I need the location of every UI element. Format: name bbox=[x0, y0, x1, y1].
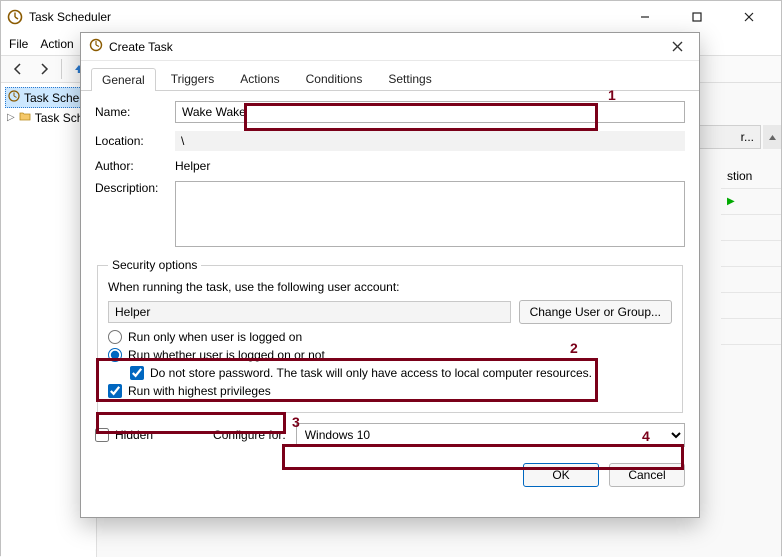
no-store-password-option[interactable]: Do not store password. The task will onl… bbox=[108, 366, 672, 380]
tree-root[interactable]: Task Scheduler bbox=[5, 87, 92, 108]
main-titlebar: Task Scheduler bbox=[1, 1, 781, 33]
menu-file[interactable]: File bbox=[9, 37, 28, 51]
dialog-tabs: General Triggers Actions Conditions Sett… bbox=[81, 61, 699, 91]
tree-child[interactable]: ▷ Task Scheduler Library bbox=[5, 108, 92, 127]
actions-row-2[interactable]: ▶ bbox=[721, 189, 781, 215]
tab-triggers[interactable]: Triggers bbox=[160, 67, 226, 90]
run-whether-radio[interactable] bbox=[108, 348, 122, 362]
ok-button[interactable]: OK bbox=[523, 463, 599, 487]
highest-privileges-label: Run with highest privileges bbox=[128, 384, 271, 398]
expand-icon[interactable]: ▷ bbox=[7, 112, 15, 123]
name-input[interactable] bbox=[175, 101, 685, 123]
author-label: Author: bbox=[95, 159, 175, 173]
run-logged-on-radio[interactable] bbox=[108, 330, 122, 344]
hidden-checkbox[interactable] bbox=[95, 428, 109, 442]
security-options-group: Security options When running the task, … bbox=[97, 258, 683, 413]
user-account-value: Helper bbox=[108, 301, 511, 323]
minimize-button[interactable] bbox=[627, 3, 663, 31]
run-whether-label: Run whether user is logged on or not bbox=[128, 348, 325, 362]
location-label: Location: bbox=[95, 134, 175, 148]
when-running-label: When running the task, use the following… bbox=[108, 280, 672, 294]
forward-button[interactable] bbox=[33, 58, 55, 80]
dialog-app-icon bbox=[89, 38, 103, 55]
folder-icon bbox=[19, 110, 31, 125]
cancel-button[interactable]: Cancel bbox=[609, 463, 685, 487]
dialog-body: Name: Location: \ Author: Helper Descrip… bbox=[81, 91, 699, 455]
close-button[interactable] bbox=[731, 3, 767, 31]
change-user-button[interactable]: Change User or Group... bbox=[519, 300, 672, 324]
highest-privileges-option[interactable]: Run with highest privileges bbox=[108, 384, 672, 398]
actions-strip: stion ▶ bbox=[721, 163, 781, 345]
tab-actions[interactable]: Actions bbox=[229, 67, 290, 90]
run-whether-option[interactable]: Run whether user is logged on or not bbox=[108, 348, 672, 362]
description-input[interactable] bbox=[175, 181, 685, 247]
clock-icon bbox=[8, 90, 20, 105]
maximize-button[interactable] bbox=[679, 3, 715, 31]
create-task-dialog: Create Task General Triggers Actions Con… bbox=[80, 32, 700, 518]
description-label: Description: bbox=[95, 181, 175, 195]
name-label: Name: bbox=[95, 105, 175, 119]
no-store-password-checkbox[interactable] bbox=[130, 366, 144, 380]
actions-row-1[interactable]: stion bbox=[721, 163, 781, 189]
actions-row-5[interactable] bbox=[721, 267, 781, 293]
right-header-text: r... bbox=[741, 130, 754, 144]
actions-row-7[interactable] bbox=[721, 319, 781, 345]
run-logged-on-option[interactable]: Run only when user is logged on bbox=[108, 330, 672, 344]
actions-row-6[interactable] bbox=[721, 293, 781, 319]
actions-row-4[interactable] bbox=[721, 241, 781, 267]
dialog-close-button[interactable] bbox=[663, 36, 691, 58]
security-legend: Security options bbox=[108, 258, 201, 272]
tab-conditions[interactable]: Conditions bbox=[295, 67, 374, 90]
app-title: Task Scheduler bbox=[29, 10, 111, 24]
configure-for-select[interactable]: Windows 10 bbox=[296, 423, 685, 447]
hidden-label: Hidden bbox=[115, 428, 153, 442]
menu-action[interactable]: Action bbox=[40, 37, 73, 51]
no-store-password-label: Do not store password. The task will onl… bbox=[150, 366, 592, 380]
author-value: Helper bbox=[175, 159, 210, 173]
actions-row-3[interactable] bbox=[721, 215, 781, 241]
dialog-buttons: OK Cancel bbox=[81, 455, 699, 487]
scroll-up-button[interactable] bbox=[763, 125, 781, 149]
dialog-titlebar[interactable]: Create Task bbox=[81, 33, 699, 61]
location-value: \ bbox=[175, 131, 685, 151]
back-button[interactable] bbox=[7, 58, 29, 80]
configure-for-label: Configure for: bbox=[213, 428, 286, 442]
tab-general[interactable]: General bbox=[91, 68, 156, 91]
hidden-option[interactable]: Hidden bbox=[95, 428, 153, 442]
dialog-title: Create Task bbox=[109, 40, 173, 54]
window-controls bbox=[627, 3, 775, 31]
app-icon bbox=[7, 9, 23, 25]
highest-privileges-checkbox[interactable] bbox=[108, 384, 122, 398]
tab-settings[interactable]: Settings bbox=[377, 67, 442, 90]
run-logged-on-label: Run only when user is logged on bbox=[128, 330, 302, 344]
play-icon: ▶ bbox=[727, 196, 735, 207]
